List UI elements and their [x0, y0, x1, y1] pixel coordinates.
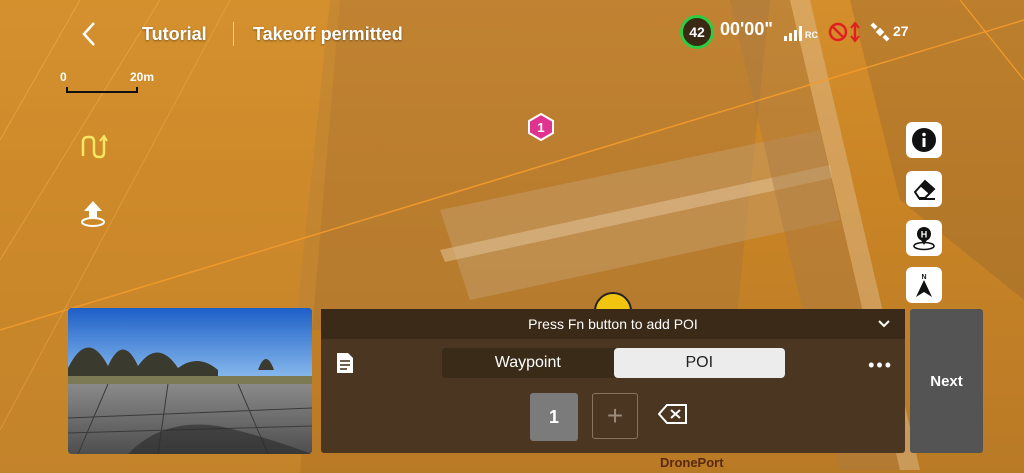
- info-icon: [912, 128, 936, 152]
- eraser-icon: [913, 179, 936, 200]
- info-button[interactable]: [906, 122, 942, 158]
- takeoff-icon: [81, 201, 105, 227]
- flight-timer: 00'00": [720, 19, 773, 39]
- mission-name: Tutorial: [142, 24, 207, 44]
- camera-preview[interactable]: [68, 308, 312, 454]
- home-point-button[interactable]: H: [906, 220, 942, 256]
- camera-feed-image: [68, 308, 312, 454]
- poi-number: 1: [537, 120, 544, 135]
- route-mode-button[interactable]: [78, 132, 108, 162]
- more-options-button[interactable]: •••: [868, 355, 893, 376]
- compass-north-button[interactable]: N: [906, 267, 942, 303]
- chevron-left-icon: [82, 22, 95, 46]
- home-point-icon: H: [913, 227, 935, 251]
- compass-north-icon: N: [916, 274, 932, 297]
- erase-button[interactable]: [906, 171, 942, 207]
- motor-warning-icon: [828, 21, 860, 43]
- tab-poi[interactable]: POI: [613, 348, 785, 378]
- rc-label: RC: [805, 30, 818, 40]
- collapse-panel-button[interactable]: [877, 317, 891, 335]
- map-scale: 0 20m: [60, 70, 154, 100]
- satellite-icon: [870, 22, 890, 42]
- poi-index-selected[interactable]: 1: [530, 393, 578, 441]
- takeoff-button[interactable]: [78, 198, 108, 228]
- scale-start: 0: [60, 70, 67, 84]
- chevron-down-icon: [878, 320, 890, 328]
- mode-switch: Waypoint POI: [442, 348, 785, 378]
- route-icon: [81, 134, 108, 159]
- backspace-icon: [657, 404, 687, 424]
- document-icon: [337, 353, 353, 373]
- mission-list-button[interactable]: [336, 352, 354, 379]
- panel-hint: Press Fn button to add POI: [321, 309, 905, 339]
- next-button[interactable]: Next: [910, 309, 983, 453]
- tab-waypoint[interactable]: Waypoint: [442, 348, 614, 378]
- scale-end: 20m: [130, 70, 155, 84]
- top-bar: Tutorial Takeoff permitted 42 00'00" RC …: [0, 0, 1024, 64]
- delete-poi-button[interactable]: [657, 403, 688, 430]
- scale-bar: [66, 87, 138, 93]
- add-poi-button[interactable]: +: [592, 393, 638, 439]
- compass-label: N: [921, 274, 926, 281]
- flight-status: Takeoff permitted: [253, 24, 403, 44]
- title-divider: [233, 22, 234, 46]
- poi-edit-panel: Press Fn button to add POI Waypoint POI …: [321, 309, 905, 453]
- poi-hexagon-icon: 1: [528, 113, 554, 141]
- satellite-count: 27: [893, 23, 909, 39]
- svg-text:H: H: [921, 230, 928, 240]
- battery-indicator: 42: [680, 15, 714, 49]
- status-bar: 42 00'00" RC 27: [680, 14, 920, 49]
- rc-signal-icon: RC: [784, 26, 818, 41]
- back-button[interactable]: [78, 20, 102, 48]
- map-place-label: DronePort: [660, 455, 724, 470]
